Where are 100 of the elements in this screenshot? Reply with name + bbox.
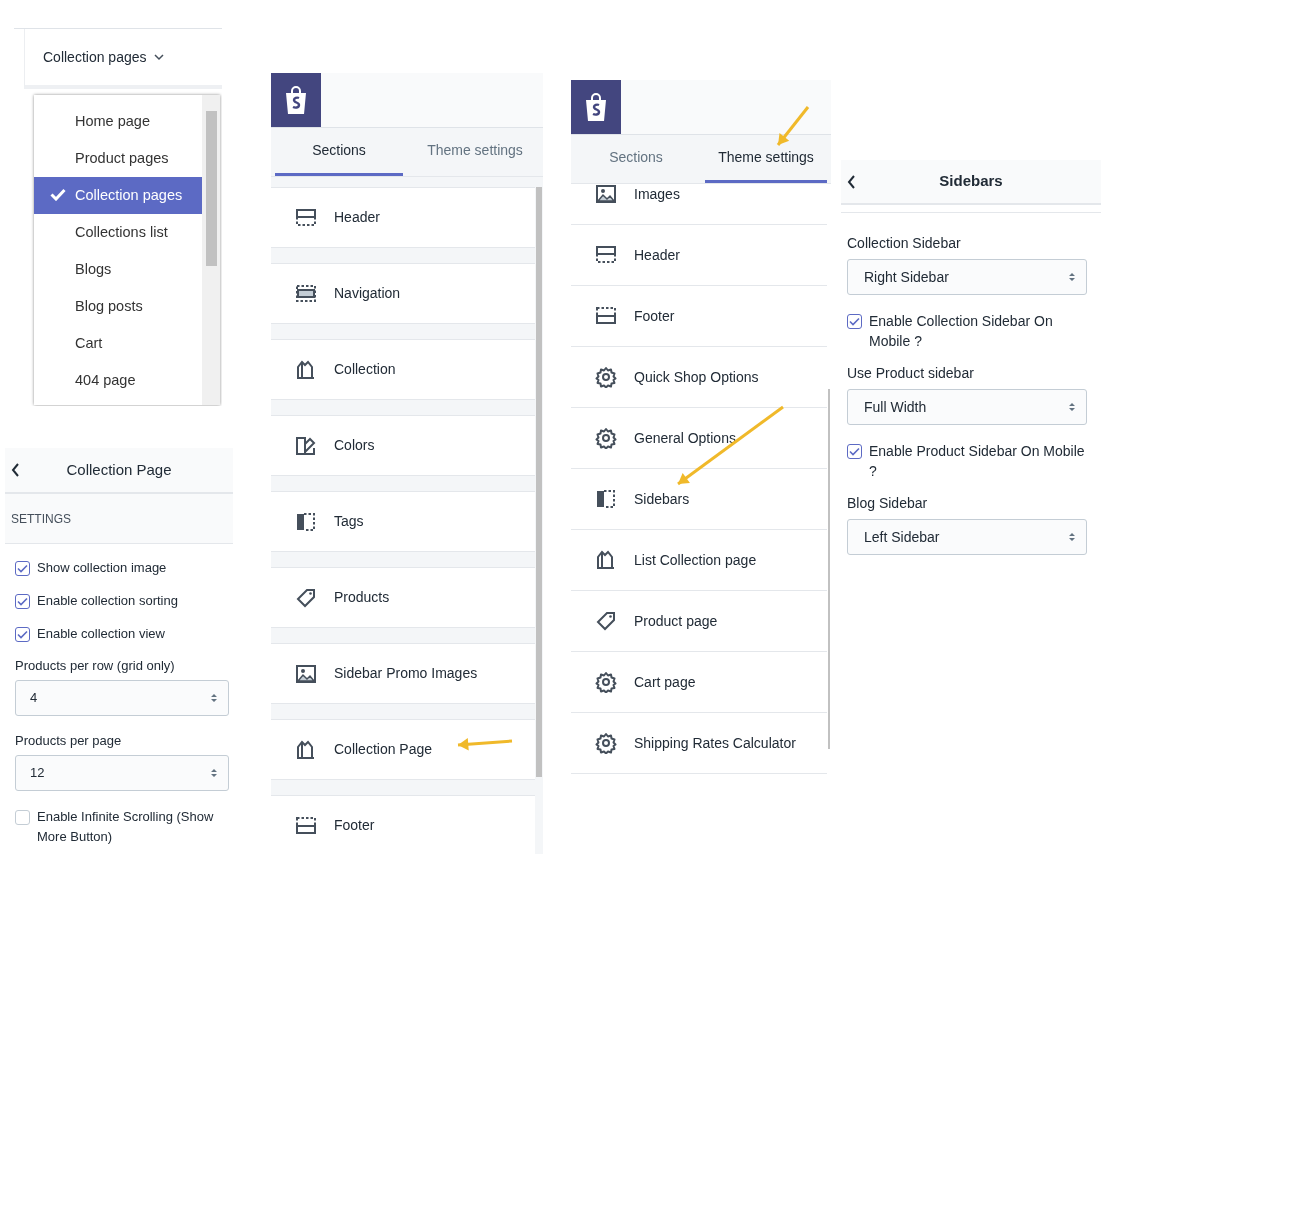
item-label: Header: [334, 208, 380, 227]
item-label: Footer: [634, 306, 675, 326]
item-label: Cart page: [634, 672, 696, 692]
checkbox[interactable]: [15, 627, 30, 642]
shopping-bag-icon: [283, 85, 309, 115]
tab[interactable]: Sections: [575, 135, 697, 183]
image-icon: [295, 662, 317, 685]
item-label: Collection Page: [334, 740, 433, 759]
palette-icon: [295, 434, 317, 457]
item-label: Collection: [334, 360, 396, 379]
list-item[interactable]: Products: [271, 567, 535, 628]
field-label: Products per row (grid only): [15, 657, 176, 674]
updown-caret-icon: [210, 692, 218, 704]
annotation-arrow: [457, 738, 513, 751]
updown-caret-icon: [1068, 271, 1076, 283]
updown-caret-icon: [210, 767, 218, 779]
check-icon: [17, 630, 28, 639]
item-label: Colors: [334, 436, 375, 455]
select-field[interactable]: Right Sidebar: [847, 259, 1087, 295]
list-item[interactable]: Footer: [271, 795, 535, 854]
gear-icon: [595, 427, 617, 449]
menu-item[interactable]: Cart: [34, 325, 202, 362]
select-field[interactable]: 4: [15, 680, 229, 716]
item-label: Products: [334, 588, 390, 607]
field-label: Products per page: [15, 732, 123, 749]
item-label: Images: [634, 184, 680, 204]
check-icon: [17, 564, 28, 573]
checkbox-label: Enable Infinite Scrolling (Show More Button): [37, 808, 215, 846]
menu-item[interactable]: Blogs: [34, 251, 202, 288]
back-chevron-icon[interactable]: [847, 175, 856, 189]
tab[interactable]: Theme settings: [411, 128, 539, 176]
field-label: Collection Sidebar: [847, 235, 962, 252]
checkbox[interactable]: [15, 561, 30, 576]
list-item[interactable]: Colors: [271, 415, 535, 476]
list-item[interactable]: Sidebar Promo Images: [271, 643, 535, 704]
menu-item[interactable]: Home page: [34, 103, 202, 140]
item-label: Shipping Rates Calculator: [634, 733, 796, 753]
header-layout-icon: [595, 244, 617, 266]
item-label: List Collection page: [634, 550, 757, 570]
select-value: 12: [30, 764, 45, 783]
tag-icon: [295, 586, 317, 609]
field-label: Use Product sidebar: [847, 365, 975, 382]
footer-layout-icon: [295, 814, 317, 837]
back-chevron-icon[interactable]: [11, 463, 20, 477]
list-item[interactable]: Tags: [271, 491, 535, 552]
select-value: Left Sidebar: [864, 527, 940, 547]
menu-item[interactable]: Blog posts: [34, 288, 202, 325]
list-item[interactable]: Images: [571, 184, 827, 225]
check-icon: [849, 317, 860, 326]
updown-caret-icon: [1068, 531, 1076, 543]
footer-layout-icon: [595, 305, 617, 327]
scrollbar-thumb[interactable]: [205, 111, 217, 266]
panel-title: Collection Page: [66, 459, 172, 480]
checkbox[interactable]: [15, 594, 30, 609]
menu-item[interactable]: Product pages: [34, 140, 202, 177]
item-label: Footer: [334, 816, 375, 835]
image-icon: [595, 184, 617, 205]
page-selector[interactable]: Collection pages: [43, 46, 147, 68]
select-value: Right Sidebar: [864, 267, 949, 287]
annotation-arrow: [776, 106, 810, 146]
checkbox-label: Enable Collection Sidebar On Mobile ?: [869, 312, 1054, 351]
collection-icon: [595, 549, 617, 571]
menu-item[interactable]: Collection pages: [34, 177, 202, 214]
select-field[interactable]: 12: [15, 755, 229, 791]
menu-item[interactable]: Collections list: [34, 214, 202, 251]
collection-icon: [295, 738, 317, 761]
select-field[interactable]: Full Width: [847, 389, 1087, 425]
item-label: General Options: [634, 428, 736, 448]
check-icon: [50, 188, 66, 201]
scrollbar-thumb[interactable]: [828, 389, 830, 749]
list-item[interactable]: Navigation: [271, 263, 535, 324]
list-item[interactable]: Collection: [271, 339, 535, 400]
checkbox-label: Enable collection sorting: [37, 592, 178, 610]
check-icon: [849, 447, 860, 456]
item-label: Tags: [334, 512, 364, 531]
gear-icon: [595, 366, 617, 388]
item-label: Product page: [634, 611, 718, 631]
checkbox-label: Show collection image: [37, 559, 167, 577]
collection-icon: [295, 358, 317, 381]
chevron-down-icon: [153, 53, 164, 61]
checkbox-label: Enable collection view: [37, 625, 165, 643]
menu-item[interactable]: 404 page: [34, 362, 202, 399]
select-value: Full Width: [864, 397, 927, 417]
gear-icon: [595, 671, 617, 693]
list-item[interactable]: Header: [271, 187, 535, 248]
panel-title: Sidebars: [939, 171, 1003, 192]
select-value: 4: [30, 689, 38, 708]
checkbox[interactable]: [847, 444, 862, 459]
check-icon: [17, 597, 28, 606]
navigation-bar-icon: [295, 282, 317, 305]
shopping-bag-icon: [583, 92, 609, 122]
tag-icon: [595, 610, 617, 632]
header-layout-icon: [295, 206, 317, 229]
item-label: Sidebars: [634, 489, 690, 509]
checkbox[interactable]: [847, 314, 862, 329]
list-item[interactable]: Collection Page: [271, 719, 535, 780]
scrollbar-thumb[interactable]: [536, 187, 542, 777]
sidebar-layout-icon: [595, 488, 617, 510]
select-field[interactable]: Left Sidebar: [847, 519, 1087, 555]
section-heading: SETTINGS: [5, 494, 233, 544]
